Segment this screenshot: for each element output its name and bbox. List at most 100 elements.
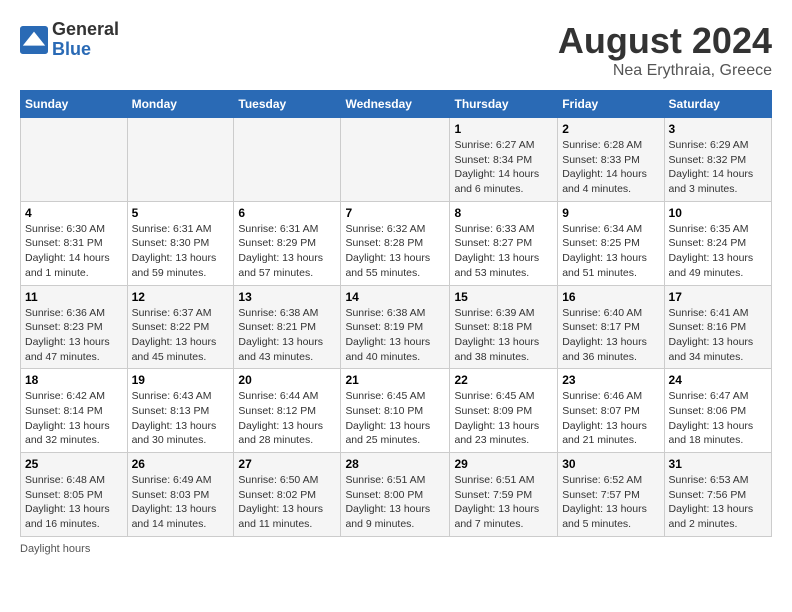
footer-text: Daylight hours (20, 543, 90, 555)
day-number: 28 (345, 457, 445, 471)
day-number: 14 (345, 290, 445, 304)
calendar-cell: 6 Sunrise: 6:31 AM Sunset: 8:29 PM Daylig… (234, 201, 341, 285)
day-number: 26 (132, 457, 230, 471)
day-number: 12 (132, 290, 230, 304)
calendar-cell: 28 Sunrise: 6:51 AM Sunset: 8:00 PM Dayli… (341, 453, 450, 537)
day-info: Sunrise: 6:38 AM Sunset: 8:21 PM Dayligh… (238, 306, 336, 365)
day-info: Sunrise: 6:31 AM Sunset: 8:29 PM Dayligh… (238, 222, 336, 281)
calendar-table: SundayMondayTuesdayWednesdayThursdayFrid… (20, 90, 772, 537)
day-number: 7 (345, 206, 445, 220)
calendar-cell (234, 118, 341, 202)
calendar-cell: 13 Sunrise: 6:38 AM Sunset: 8:21 PM Dayli… (234, 285, 341, 369)
day-info: Sunrise: 6:27 AM Sunset: 8:34 PM Dayligh… (454, 138, 553, 197)
calendar-cell: 16 Sunrise: 6:40 AM Sunset: 8:17 PM Dayli… (558, 285, 664, 369)
calendar-cell: 24Sunrise: 6:47 AM Sunset: 8:06 PM Dayli… (664, 369, 771, 453)
day-number: 5 (132, 206, 230, 220)
day-info: Sunrise: 6:33 AM Sunset: 8:27 PM Dayligh… (454, 222, 553, 281)
day-number: 2 (562, 122, 659, 136)
day-number: 17 (669, 290, 767, 304)
day-info: Sunrise: 6:46 AM Sunset: 8:07 PM Dayligh… (562, 389, 659, 448)
day-number: 18 (25, 373, 123, 387)
day-info: Sunrise: 6:53 AM Sunset: 7:56 PM Dayligh… (669, 473, 767, 532)
logo: General Blue (20, 20, 119, 60)
calendar-cell: 15Sunrise: 6:39 AM Sunset: 8:18 PM Dayli… (450, 285, 558, 369)
day-number: 25 (25, 457, 123, 471)
calendar-cell: 18Sunrise: 6:42 AM Sunset: 8:14 PM Dayli… (21, 369, 128, 453)
calendar-cell: 23 Sunrise: 6:46 AM Sunset: 8:07 PM Dayli… (558, 369, 664, 453)
calendar-week-row: 1 Sunrise: 6:27 AM Sunset: 8:34 PM Daylig… (21, 118, 772, 202)
day-info: Sunrise: 6:47 AM Sunset: 8:06 PM Dayligh… (669, 389, 767, 448)
day-info: Sunrise: 6:48 AM Sunset: 8:05 PM Dayligh… (25, 473, 123, 532)
calendar-cell: 3 Sunrise: 6:29 AM Sunset: 8:32 PM Daylig… (664, 118, 771, 202)
day-info: Sunrise: 6:40 AM Sunset: 8:17 PM Dayligh… (562, 306, 659, 365)
day-number: 8 (454, 206, 553, 220)
calendar-week-row: 18Sunrise: 6:42 AM Sunset: 8:14 PM Dayli… (21, 369, 772, 453)
day-header: Friday (558, 91, 664, 118)
day-number: 4 (25, 206, 123, 220)
calendar-cell: 25 Sunrise: 6:48 AM Sunset: 8:05 PM Dayli… (21, 453, 128, 537)
calendar-cell: 29 Sunrise: 6:51 AM Sunset: 7:59 PM Dayli… (450, 453, 558, 537)
calendar-cell: 11Sunrise: 6:36 AM Sunset: 8:23 PM Dayli… (21, 285, 128, 369)
day-info: Sunrise: 6:36 AM Sunset: 8:23 PM Dayligh… (25, 306, 123, 365)
day-info: Sunrise: 6:32 AM Sunset: 8:28 PM Dayligh… (345, 222, 445, 281)
calendar-cell: 26 Sunrise: 6:49 AM Sunset: 8:03 PM Dayli… (127, 453, 234, 537)
day-info: Sunrise: 6:50 AM Sunset: 8:02 PM Dayligh… (238, 473, 336, 532)
calendar-cell: 12 Sunrise: 6:37 AM Sunset: 8:22 PM Dayli… (127, 285, 234, 369)
calendar-header-row: SundayMondayTuesdayWednesdayThursdayFrid… (21, 91, 772, 118)
day-info: Sunrise: 6:29 AM Sunset: 8:32 PM Dayligh… (669, 138, 767, 197)
day-info: Sunrise: 6:31 AM Sunset: 8:30 PM Dayligh… (132, 222, 230, 281)
day-number: 13 (238, 290, 336, 304)
footer-note: Daylight hours (20, 543, 772, 555)
logo-blue: Blue (52, 40, 119, 60)
day-header: Saturday (664, 91, 771, 118)
calendar-week-row: 4 Sunrise: 6:30 AM Sunset: 8:31 PM Daylig… (21, 201, 772, 285)
calendar-cell (341, 118, 450, 202)
calendar-cell: 21 Sunrise: 6:45 AM Sunset: 8:10 PM Dayli… (341, 369, 450, 453)
calendar-cell: 22Sunrise: 6:45 AM Sunset: 8:09 PM Dayli… (450, 369, 558, 453)
calendar-week-row: 11Sunrise: 6:36 AM Sunset: 8:23 PM Dayli… (21, 285, 772, 369)
day-number: 23 (562, 373, 659, 387)
day-info: Sunrise: 6:51 AM Sunset: 7:59 PM Dayligh… (454, 473, 553, 532)
day-info: Sunrise: 6:34 AM Sunset: 8:25 PM Dayligh… (562, 222, 659, 281)
day-info: Sunrise: 6:37 AM Sunset: 8:22 PM Dayligh… (132, 306, 230, 365)
calendar-cell: 2Sunrise: 6:28 AM Sunset: 8:33 PM Daylig… (558, 118, 664, 202)
day-info: Sunrise: 6:30 AM Sunset: 8:31 PM Dayligh… (25, 222, 123, 281)
day-info: Sunrise: 6:45 AM Sunset: 8:10 PM Dayligh… (345, 389, 445, 448)
logo-text: General Blue (52, 20, 119, 60)
day-header: Tuesday (234, 91, 341, 118)
day-number: 16 (562, 290, 659, 304)
day-number: 21 (345, 373, 445, 387)
calendar-week-row: 25 Sunrise: 6:48 AM Sunset: 8:05 PM Dayli… (21, 453, 772, 537)
day-number: 9 (562, 206, 659, 220)
page-title: August 2024 (558, 20, 772, 62)
calendar-cell: 5 Sunrise: 6:31 AM Sunset: 8:30 PM Daylig… (127, 201, 234, 285)
calendar-cell: 4 Sunrise: 6:30 AM Sunset: 8:31 PM Daylig… (21, 201, 128, 285)
calendar-cell: 30Sunrise: 6:52 AM Sunset: 7:57 PM Dayli… (558, 453, 664, 537)
day-number: 22 (454, 373, 553, 387)
calendar-cell: 9 Sunrise: 6:34 AM Sunset: 8:25 PM Daylig… (558, 201, 664, 285)
day-info: Sunrise: 6:39 AM Sunset: 8:18 PM Dayligh… (454, 306, 553, 365)
page-subtitle: Nea Erythraia, Greece (558, 62, 772, 80)
day-info: Sunrise: 6:51 AM Sunset: 8:00 PM Dayligh… (345, 473, 445, 532)
day-info: Sunrise: 6:43 AM Sunset: 8:13 PM Dayligh… (132, 389, 230, 448)
calendar-cell: 7 Sunrise: 6:32 AM Sunset: 8:28 PM Daylig… (341, 201, 450, 285)
day-number: 6 (238, 206, 336, 220)
page-header: General Blue August 2024 Nea Erythraia, … (20, 20, 772, 80)
day-info: Sunrise: 6:38 AM Sunset: 8:19 PM Dayligh… (345, 306, 445, 365)
day-header: Thursday (450, 91, 558, 118)
calendar-cell: 1 Sunrise: 6:27 AM Sunset: 8:34 PM Daylig… (450, 118, 558, 202)
day-number: 3 (669, 122, 767, 136)
logo-general: General (52, 20, 119, 40)
day-number: 29 (454, 457, 553, 471)
day-info: Sunrise: 6:49 AM Sunset: 8:03 PM Dayligh… (132, 473, 230, 532)
day-number: 1 (454, 122, 553, 136)
day-info: Sunrise: 6:52 AM Sunset: 7:57 PM Dayligh… (562, 473, 659, 532)
day-header: Monday (127, 91, 234, 118)
day-header: Wednesday (341, 91, 450, 118)
calendar-cell: 14 Sunrise: 6:38 AM Sunset: 8:19 PM Dayli… (341, 285, 450, 369)
day-number: 31 (669, 457, 767, 471)
day-number: 10 (669, 206, 767, 220)
logo-icon (20, 26, 48, 54)
day-info: Sunrise: 6:41 AM Sunset: 8:16 PM Dayligh… (669, 306, 767, 365)
calendar-cell: 20Sunrise: 6:44 AM Sunset: 8:12 PM Dayli… (234, 369, 341, 453)
